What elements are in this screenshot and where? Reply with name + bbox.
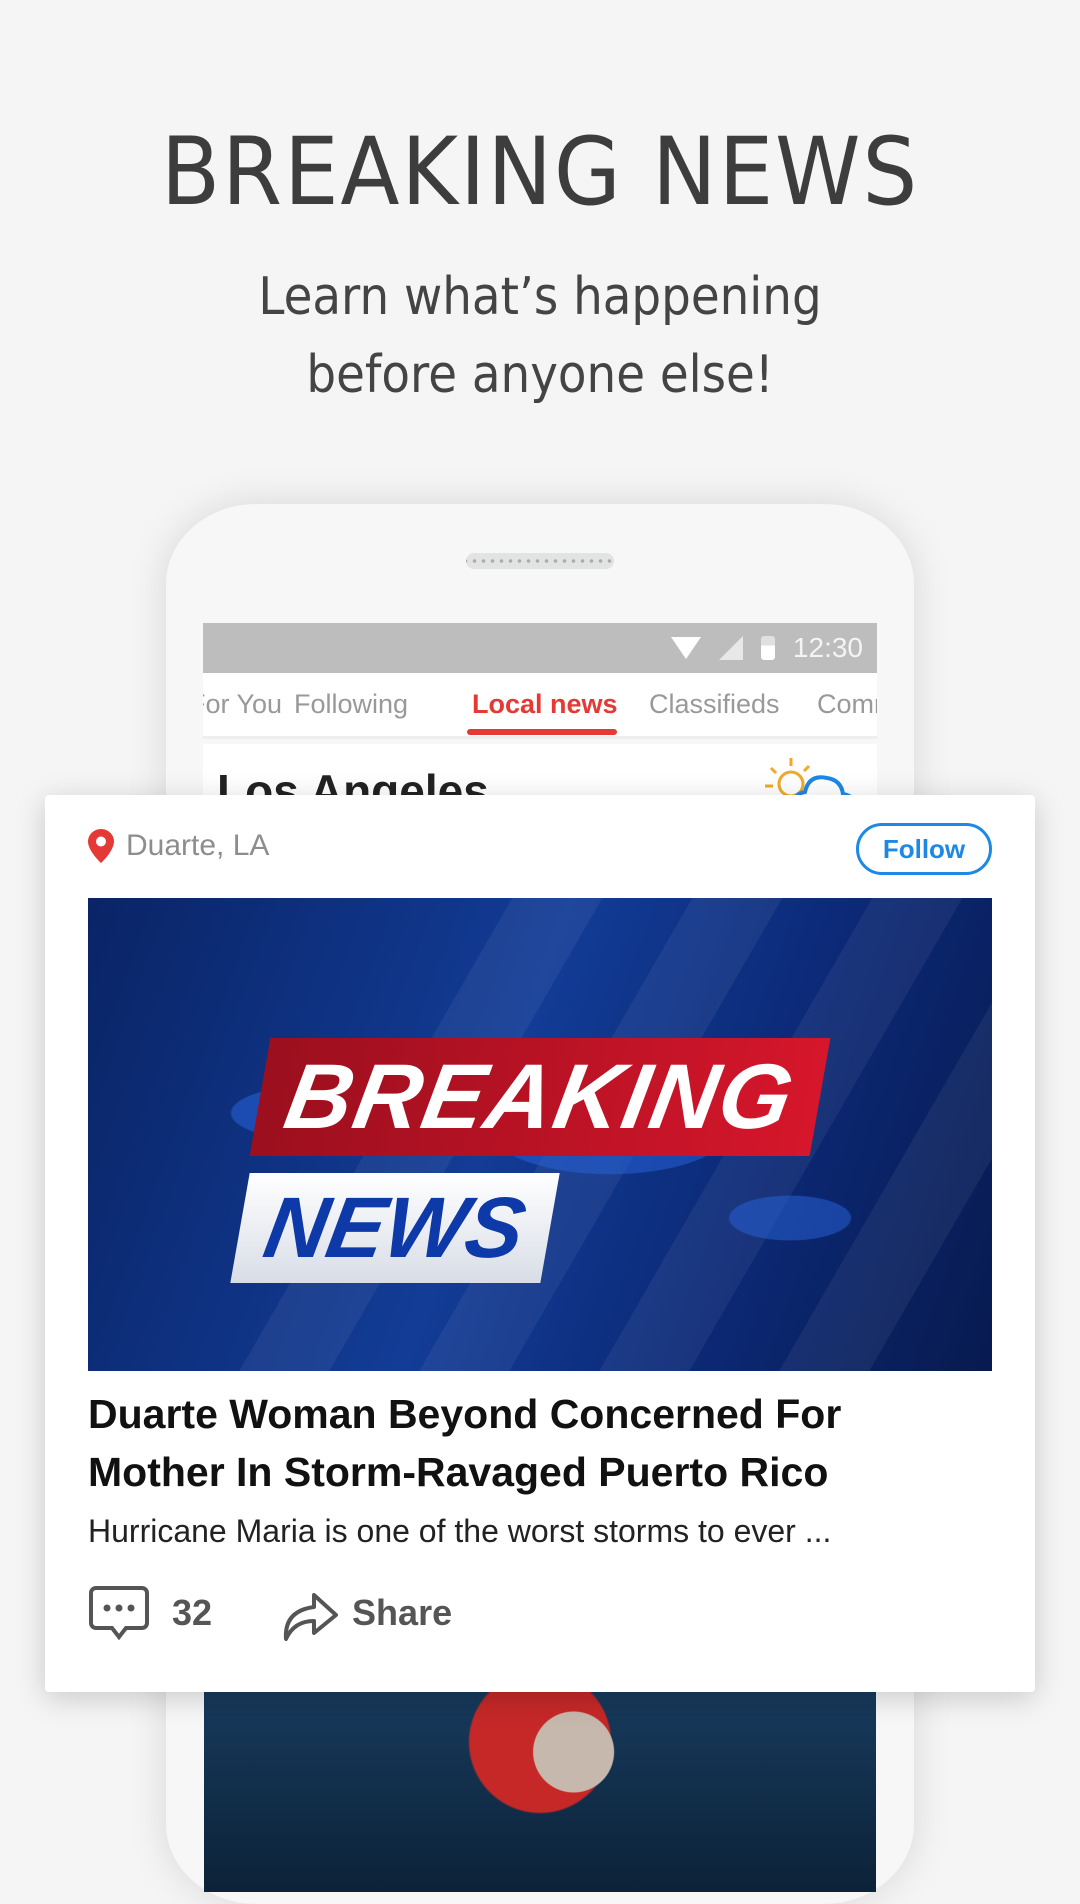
- image-text-news: NEWS: [257, 1180, 533, 1276]
- tab-local-news[interactable]: Local news: [472, 689, 618, 720]
- signal-icon: [718, 636, 743, 660]
- hero-title: BREAKING NEWS: [160, 118, 920, 227]
- image-text-breaking: BREAKING: [277, 1046, 803, 1148]
- hero-subtitle-line1: Learn what’s happening: [258, 267, 822, 327]
- hero-subtitle: Learn what’s happening before anyone els…: [54, 258, 1026, 414]
- active-tab-indicator: [467, 729, 617, 735]
- tab-following[interactable]: Following: [294, 689, 408, 720]
- image-banner-news: NEWS: [230, 1173, 560, 1283]
- share-icon[interactable]: [282, 1585, 340, 1641]
- tab-bar: For You Following Local news Classifieds…: [203, 673, 877, 739]
- next-article-image[interactable]: [204, 1692, 876, 1892]
- tab-community[interactable]: Community: [817, 689, 877, 720]
- comment-count[interactable]: 32: [172, 1592, 212, 1634]
- wifi-icon: [670, 637, 701, 659]
- article-actions: 32 Share: [88, 1585, 452, 1641]
- article-snippet: Hurricane Maria is one of the worst stor…: [88, 1513, 832, 1549]
- article-card[interactable]: Duarte, LA Follow BREAKING NEWS Duarte W…: [45, 795, 1035, 1692]
- article-location: Duarte, LA: [88, 829, 269, 863]
- battery-icon: [760, 636, 775, 660]
- location-pin-icon: [88, 829, 114, 863]
- tab-for-you[interactable]: For You: [203, 689, 282, 720]
- status-bar: 12:30: [203, 623, 877, 673]
- article-title[interactable]: Duarte Woman Beyond Concerned For Mother…: [88, 1385, 988, 1501]
- image-banner-breaking: BREAKING: [249, 1038, 831, 1156]
- status-time: 12:30: [792, 632, 863, 663]
- article-image[interactable]: BREAKING NEWS: [88, 898, 992, 1371]
- hero-subtitle-line2: before anyone else!: [306, 345, 774, 405]
- location-label: Duarte, LA: [126, 829, 270, 862]
- phone-speaker: [466, 553, 614, 569]
- tab-classifieds[interactable]: Classifieds: [649, 689, 780, 720]
- comment-icon[interactable]: [88, 1585, 150, 1641]
- follow-button[interactable]: Follow: [856, 823, 992, 875]
- share-button[interactable]: Share: [352, 1592, 452, 1634]
